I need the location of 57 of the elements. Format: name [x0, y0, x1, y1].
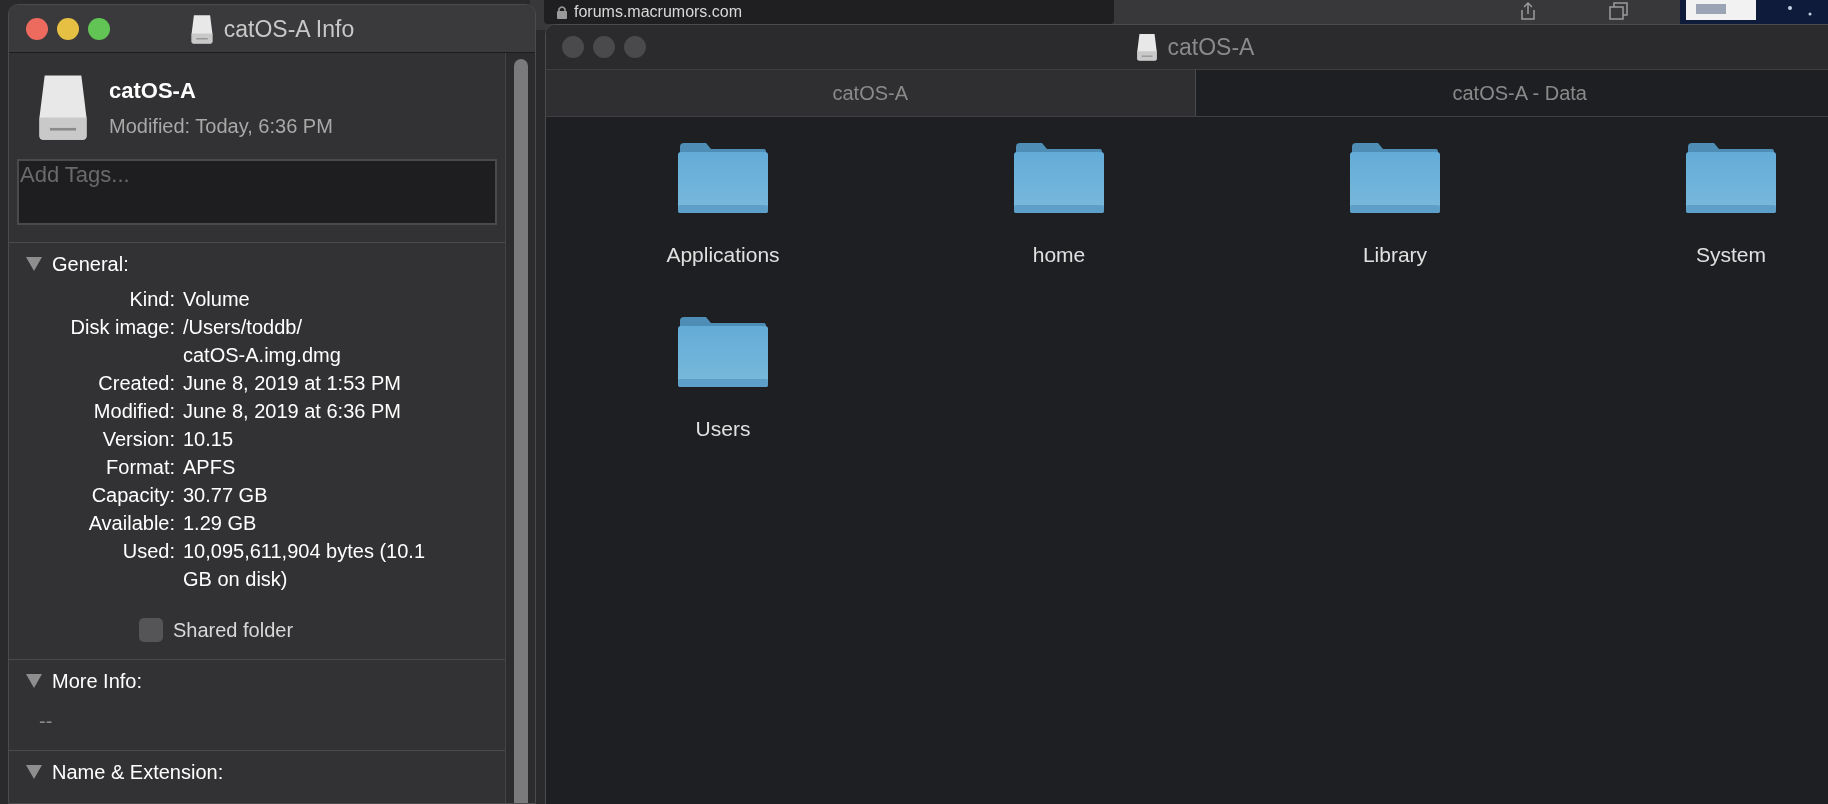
folder-icon[interactable] — [1350, 141, 1440, 213]
disclosure-triangle-icon[interactable] — [26, 765, 42, 779]
property-label: Used: — [121, 539, 175, 564]
property-label: Capacity: — [90, 483, 175, 508]
section-title[interactable]: Name & Extension: — [52, 757, 224, 787]
tabs-icon[interactable] — [1608, 1, 1630, 21]
address-bar[interactable]: forums.macrumors.com — [544, 0, 1114, 24]
folder-icon[interactable] — [1686, 141, 1776, 213]
property-value: June 8, 2019 at 1:53 PM — [183, 371, 401, 396]
property-value: 10.15 — [183, 427, 234, 452]
modified-date: Modified: Today, 6:36 PM — [109, 113, 333, 139]
property-label: Format: — [105, 455, 175, 480]
window-title: catOS-A Info — [223, 14, 355, 44]
property-value: Volume — [183, 287, 250, 312]
zoom-button[interactable] — [88, 17, 110, 40]
property-label: Version: — [101, 427, 175, 452]
property-label: Created: — [97, 371, 175, 396]
property-label: Available: — [87, 511, 175, 536]
property-value: APFS — [183, 455, 236, 480]
property-value: 30.77 GB — [183, 483, 268, 508]
folder-name[interactable]: System — [1696, 239, 1766, 271]
checkbox[interactable] — [139, 618, 163, 642]
property-value: GB on disk) — [183, 567, 289, 592]
folder-name[interactable]: Library — [1362, 239, 1428, 271]
folder-icon[interactable] — [1014, 141, 1104, 213]
disclosure-triangle-icon[interactable] — [26, 674, 42, 688]
url-text: forums.macrumors.com — [574, 3, 743, 21]
tags-field[interactable]: Add Tags... — [17, 159, 497, 225]
property-value: 1.29 GB — [183, 511, 257, 536]
scrollbar[interactable] — [505, 53, 535, 803]
disclosure-triangle-icon[interactable] — [26, 257, 42, 271]
folder-icon[interactable] — [678, 141, 768, 213]
property-label: Disk image: — [69, 315, 175, 340]
folder-name[interactable]: home — [1032, 239, 1086, 271]
volume-name: catOS-A — [109, 76, 197, 105]
tab[interactable]: catOS-A — [546, 70, 1195, 116]
property-label: Modified: — [92, 399, 175, 424]
folder-icon[interactable] — [678, 314, 768, 387]
property-value: /Users/toddb/ — [183, 315, 303, 340]
drive-icon — [1135, 33, 1158, 61]
folder-name[interactable]: Applications — [666, 239, 780, 271]
property-label: Kind: — [128, 287, 175, 312]
more-info-text: -- — [39, 710, 53, 732]
share-icon[interactable] — [1518, 1, 1538, 21]
close-button[interactable] — [26, 17, 48, 40]
property-value: June 8, 2019 at 6:36 PM — [183, 399, 401, 424]
checkbox-label: Shared folder — [173, 618, 294, 643]
lock-icon — [556, 5, 568, 19]
section-title[interactable]: More Info: — [52, 666, 143, 696]
window-title: catOS-A — [1167, 32, 1255, 62]
folder-name[interactable]: Users — [695, 412, 751, 444]
section-title[interactable]: General: — [52, 249, 129, 279]
drive-icon — [189, 14, 214, 44]
property-value: catOS-A.img.dmg — [183, 343, 341, 368]
scroll-thumb[interactable] — [513, 59, 528, 803]
minimize-button[interactable] — [57, 17, 79, 40]
property-value: 10,095,611,904 bytes (10.1 — [183, 539, 426, 564]
